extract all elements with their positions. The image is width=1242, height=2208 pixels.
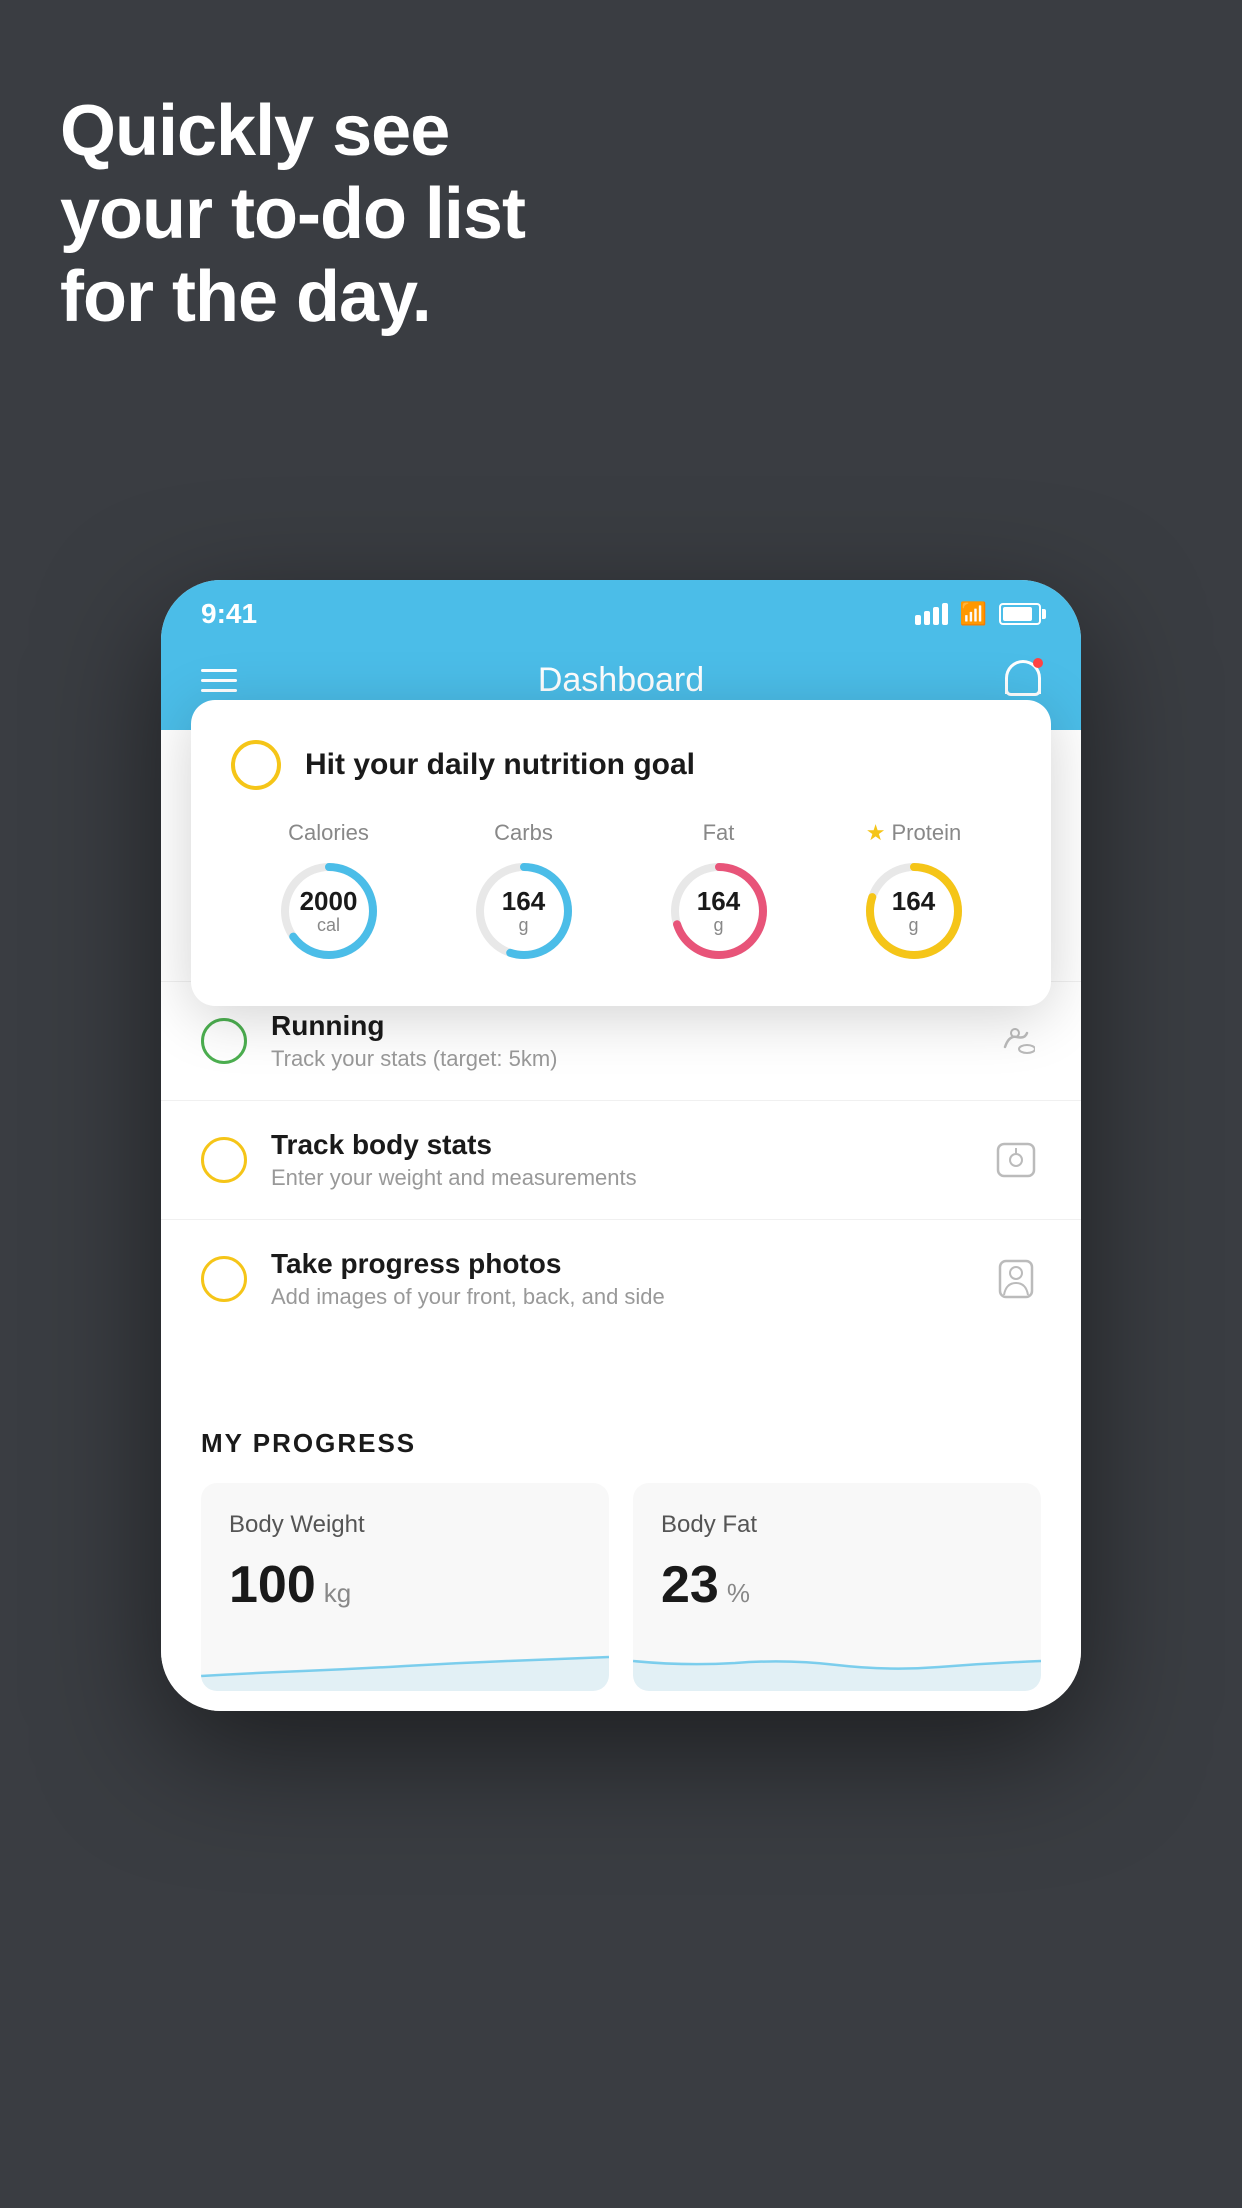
body-weight-chart [201, 1631, 609, 1691]
nutrition-protein: ★ Protein 164 g [859, 820, 969, 966]
body-stats-circle [201, 1137, 247, 1183]
headline: Quickly see your to-do list for the day. [60, 90, 525, 338]
nutrition-check-circle [231, 740, 281, 790]
body-fat-unit: % [727, 1578, 750, 1609]
status-icons: 📶 [915, 601, 1041, 627]
body-weight-title: Body Weight [229, 1511, 581, 1539]
person-icon [991, 1254, 1041, 1304]
nutrition-fat: Fat 164 g [664, 820, 774, 966]
status-bar: 9:41 📶 [161, 580, 1081, 640]
star-icon: ★ [866, 820, 886, 846]
calories-chart: 2000 cal [274, 856, 384, 966]
battery-icon [999, 603, 1041, 625]
body-fat-chart [633, 1631, 1041, 1691]
body-stats-title: Track body stats [271, 1129, 991, 1161]
nutrition-circles: Calories 2000 cal Carbs [231, 820, 1011, 966]
protein-label: ★ Protein [866, 820, 961, 846]
progress-header: MY PROGRESS [201, 1428, 1041, 1459]
todo-item-photos[interactable]: Take progress photos Add images of your … [161, 1219, 1081, 1338]
body-fat-card: Body Fat 23 % [633, 1483, 1041, 1691]
photos-title: Take progress photos [271, 1248, 991, 1280]
progress-cards: Body Weight 100 kg Body Fat [201, 1483, 1041, 1691]
nutrition-card-title: Hit your daily nutrition goal [305, 748, 695, 782]
menu-button[interactable] [201, 669, 237, 692]
body-fat-value: 23 % [661, 1555, 1013, 1615]
phone-frame: 9:41 📶 Dashboard THINGS TO D [161, 580, 1081, 1711]
app-content: THINGS TO DO TODAY Hit your daily nutrit… [161, 730, 1081, 1711]
body-fat-title: Body Fat [661, 1511, 1013, 1539]
scale-icon [991, 1135, 1041, 1185]
calories-label: Calories [288, 820, 369, 846]
running-icon [991, 1016, 1041, 1066]
body-stats-subtitle: Enter your weight and measurements [271, 1165, 991, 1191]
fat-chart: 164 g [664, 856, 774, 966]
running-title: Running [271, 1010, 991, 1042]
progress-section: MY PROGRESS Body Weight 100 kg [161, 1388, 1081, 1711]
notifications-button[interactable] [1005, 660, 1041, 700]
nutrition-carbs: Carbs 164 g [469, 820, 579, 966]
body-stats-text: Track body stats Enter your weight and m… [271, 1129, 991, 1191]
photos-subtitle: Add images of your front, back, and side [271, 1284, 991, 1310]
nutrition-calories: Calories 2000 cal [274, 820, 384, 966]
protein-chart: 164 g [859, 856, 969, 966]
body-weight-number: 100 [229, 1555, 316, 1615]
todo-item-body-stats[interactable]: Track body stats Enter your weight and m… [161, 1100, 1081, 1219]
carbs-chart: 164 g [469, 856, 579, 966]
wifi-icon: 📶 [960, 601, 987, 627]
header-title: Dashboard [538, 661, 704, 700]
body-weight-value: 100 kg [229, 1555, 581, 1615]
fat-label: Fat [703, 820, 735, 846]
photos-text: Take progress photos Add images of your … [271, 1248, 991, 1310]
status-time: 9:41 [201, 598, 257, 630]
body-weight-card: Body Weight 100 kg [201, 1483, 609, 1691]
running-circle [201, 1018, 247, 1064]
body-weight-unit: kg [324, 1578, 351, 1609]
nutrition-card: Hit your daily nutrition goal Calories 2… [191, 700, 1051, 1006]
body-fat-number: 23 [661, 1555, 719, 1615]
running-text: Running Track your stats (target: 5km) [271, 1010, 991, 1072]
carbs-label: Carbs [494, 820, 553, 846]
signal-icon [915, 603, 948, 625]
photos-circle [201, 1256, 247, 1302]
running-subtitle: Track your stats (target: 5km) [271, 1046, 991, 1072]
